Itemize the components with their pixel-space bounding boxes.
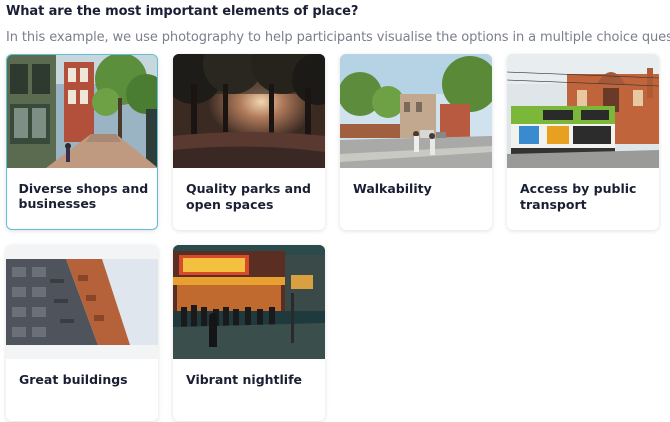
night-street-photo <box>173 245 325 359</box>
option-label: Diverse shops and businesses <box>18 180 149 212</box>
option-label: Vibrant nightlife <box>186 372 303 387</box>
option-card-vibrant-nightlife[interactable]: Vibrant nightlife <box>173 245 325 421</box>
option-label: Quality parks and open spaces <box>186 181 311 212</box>
tram-station-photo <box>507 54 659 168</box>
option-card-quality-parks[interactable]: Quality parks and open spaces <box>173 54 325 230</box>
option-card-diverse-shops[interactable]: Diverse shops and businesses <box>6 54 158 230</box>
multiple-choice-question: What are the most important elements of … <box>0 0 670 422</box>
option-label: Access by public transport <box>520 181 637 212</box>
option-card-great-buildings[interactable]: Great buildings <box>6 245 158 421</box>
street-shops-photo <box>7 55 157 168</box>
question-title: What are the most important elements of … <box>6 4 359 19</box>
option-card-walkability[interactable]: Walkability <box>340 54 492 230</box>
option-card-public-transport[interactable]: Access by public transport <box>507 54 659 230</box>
apartment-building-photo <box>6 245 158 359</box>
park-trees-photo <box>173 54 325 168</box>
option-label: Great buildings <box>19 372 128 387</box>
option-label: Walkability <box>353 181 432 196</box>
question-subtitle: In this example, we use photography to h… <box>6 30 670 45</box>
pedestrians-street-photo <box>340 54 492 168</box>
